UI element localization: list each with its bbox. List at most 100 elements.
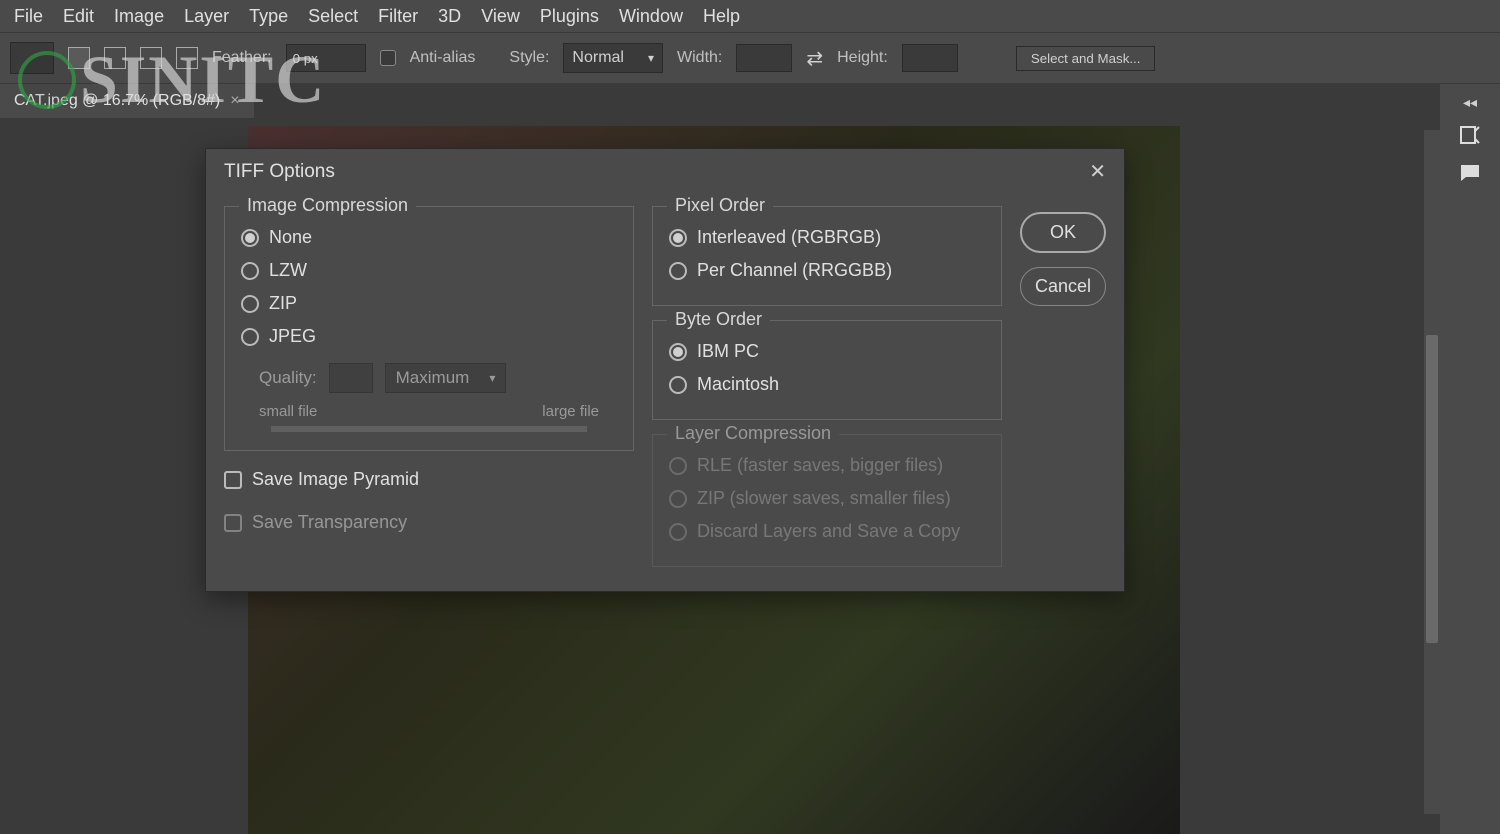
radio-selected-icon (241, 229, 259, 247)
dialog-title: TIFF Options (224, 161, 335, 183)
anti-alias-label: Anti-alias (410, 49, 476, 67)
compression-none-radio[interactable]: None (241, 221, 617, 254)
menu-select[interactable]: Select (298, 2, 368, 31)
width-label: Width: (677, 49, 722, 67)
byte-ibm-label: IBM PC (697, 341, 759, 362)
swap-dimensions-icon[interactable]: ⇄ (806, 46, 823, 71)
compression-lzw-label: LZW (269, 260, 307, 281)
options-bar: Feather: Anti-alias Style: Normal ▾ Width… (0, 32, 1500, 84)
menu-window[interactable]: Window (609, 2, 693, 31)
pixel-interleaved-radio[interactable]: Interleaved (RGBRGB) (669, 221, 985, 254)
save-transparency-label: Save Transparency (252, 512, 407, 533)
selection-mode-add[interactable] (104, 47, 126, 69)
compression-zip-radio[interactable]: ZIP (241, 287, 617, 320)
image-compression-legend: Image Compression (239, 195, 416, 216)
anti-alias-checkbox[interactable] (380, 50, 396, 66)
byte-mac-radio[interactable]: Macintosh (669, 368, 985, 401)
menu-filter[interactable]: Filter (368, 2, 428, 31)
image-compression-group: Image Compression None LZW ZIP JPEG Qual… (224, 206, 634, 451)
menu-image[interactable]: Image (104, 2, 174, 31)
tiff-options-dialog: TIFF Options ✕ Image Compression None LZ… (205, 148, 1125, 592)
pixel-per-channel-radio[interactable]: Per Channel (RRGGBB) (669, 254, 985, 287)
pixel-interleaved-label: Interleaved (RGBRGB) (697, 227, 881, 248)
menu-plugins[interactable]: Plugins (530, 2, 609, 31)
ok-button[interactable]: OK (1020, 212, 1106, 253)
layer-zip-label: ZIP (slower saves, smaller files) (697, 488, 951, 509)
menu-edit[interactable]: Edit (53, 2, 104, 31)
compression-zip-label: ZIP (269, 293, 297, 314)
byte-ibm-radio[interactable]: IBM PC (669, 335, 985, 368)
comments-panel-icon[interactable] (1456, 159, 1484, 187)
radio-selected-icon (669, 343, 687, 361)
radio-icon (669, 523, 687, 541)
chevron-down-icon: ▾ (489, 371, 495, 385)
radio-icon (669, 490, 687, 508)
style-select[interactable]: Normal ▾ (563, 43, 663, 73)
selection-mode-new[interactable] (68, 47, 90, 69)
style-label: Style: (509, 49, 549, 67)
layer-discard-label: Discard Layers and Save a Copy (697, 521, 960, 542)
width-input[interactable] (736, 44, 792, 72)
collapse-panels-icon[interactable]: ◂◂ (1463, 94, 1477, 111)
menu-type[interactable]: Type (239, 2, 298, 31)
compression-jpeg-label: JPEG (269, 326, 316, 347)
close-tab-icon[interactable]: × (230, 92, 239, 110)
checkbox-icon (224, 471, 242, 489)
menu-file[interactable]: File (4, 2, 53, 31)
layer-compression-legend: Layer Compression (667, 423, 839, 444)
quality-slider (271, 426, 587, 432)
radio-icon (669, 376, 687, 394)
feather-input[interactable] (286, 44, 366, 72)
document-tab-bar: CAT.jpeg @ 16.7% (RGB/8#) × (0, 84, 1500, 126)
layer-rle-label: RLE (faster saves, bigger files) (697, 455, 943, 476)
compression-none-label: None (269, 227, 312, 248)
quality-label: Quality: (259, 368, 317, 388)
radio-icon (241, 262, 259, 280)
layer-compression-group: Layer Compression RLE (faster saves, big… (652, 434, 1002, 567)
scrollbar-thumb[interactable] (1426, 335, 1438, 643)
cancel-button[interactable]: Cancel (1020, 267, 1106, 306)
document-tab[interactable]: CAT.jpeg @ 16.7% (RGB/8#) × (0, 84, 254, 118)
menu-view[interactable]: View (471, 2, 530, 31)
select-and-mask-button[interactable]: Select and Mask... (1016, 46, 1156, 71)
quality-preset-label: Maximum (396, 368, 470, 388)
menu-layer[interactable]: Layer (174, 2, 239, 31)
selection-mode-subtract[interactable] (140, 47, 162, 69)
pixel-order-group: Pixel Order Interleaved (RGBRGB) Per Cha… (652, 206, 1002, 306)
dialog-titlebar[interactable]: TIFF Options ✕ (206, 149, 1124, 194)
height-input[interactable] (902, 44, 958, 72)
feather-label: Feather: (212, 49, 272, 67)
chevron-down-icon: ▾ (648, 51, 654, 65)
quality-input (329, 363, 373, 393)
quality-row: Quality: Maximum ▾ (241, 363, 617, 393)
radio-icon (669, 457, 687, 475)
pixel-per-channel-label: Per Channel (RRGGBB) (697, 260, 892, 281)
save-image-pyramid-label: Save Image Pyramid (252, 469, 419, 490)
radio-icon (241, 328, 259, 346)
large-file-label: large file (542, 403, 599, 420)
history-panel-icon[interactable] (1456, 121, 1484, 149)
right-panel-strip: ◂◂ (1440, 84, 1500, 834)
tool-preset-select[interactable] (10, 42, 54, 74)
layer-zip-radio: ZIP (slower saves, smaller files) (669, 482, 985, 515)
checkbox-icon (224, 514, 242, 532)
selection-mode-intersect[interactable] (176, 47, 198, 69)
radio-icon (241, 295, 259, 313)
close-dialog-icon[interactable]: ✕ (1089, 159, 1106, 184)
byte-order-group: Byte Order IBM PC Macintosh (652, 320, 1002, 420)
vertical-scrollbar[interactable] (1424, 130, 1440, 814)
style-value: Normal (572, 49, 624, 67)
menu-3d[interactable]: 3D (428, 2, 471, 31)
height-label: Height: (837, 49, 888, 67)
menu-bar: File Edit Image Layer Type Select Filter… (0, 0, 1500, 32)
quality-slider-labels: small file large file (241, 403, 617, 420)
byte-order-legend: Byte Order (667, 309, 770, 330)
menu-help[interactable]: Help (693, 2, 750, 31)
compression-jpeg-radio[interactable]: JPEG (241, 320, 617, 353)
small-file-label: small file (259, 403, 317, 420)
save-image-pyramid-checkbox[interactable]: Save Image Pyramid (224, 465, 634, 494)
compression-lzw-radio[interactable]: LZW (241, 254, 617, 287)
save-transparency-checkbox: Save Transparency (224, 508, 634, 537)
quality-preset-select: Maximum ▾ (385, 363, 507, 393)
byte-mac-label: Macintosh (697, 374, 779, 395)
